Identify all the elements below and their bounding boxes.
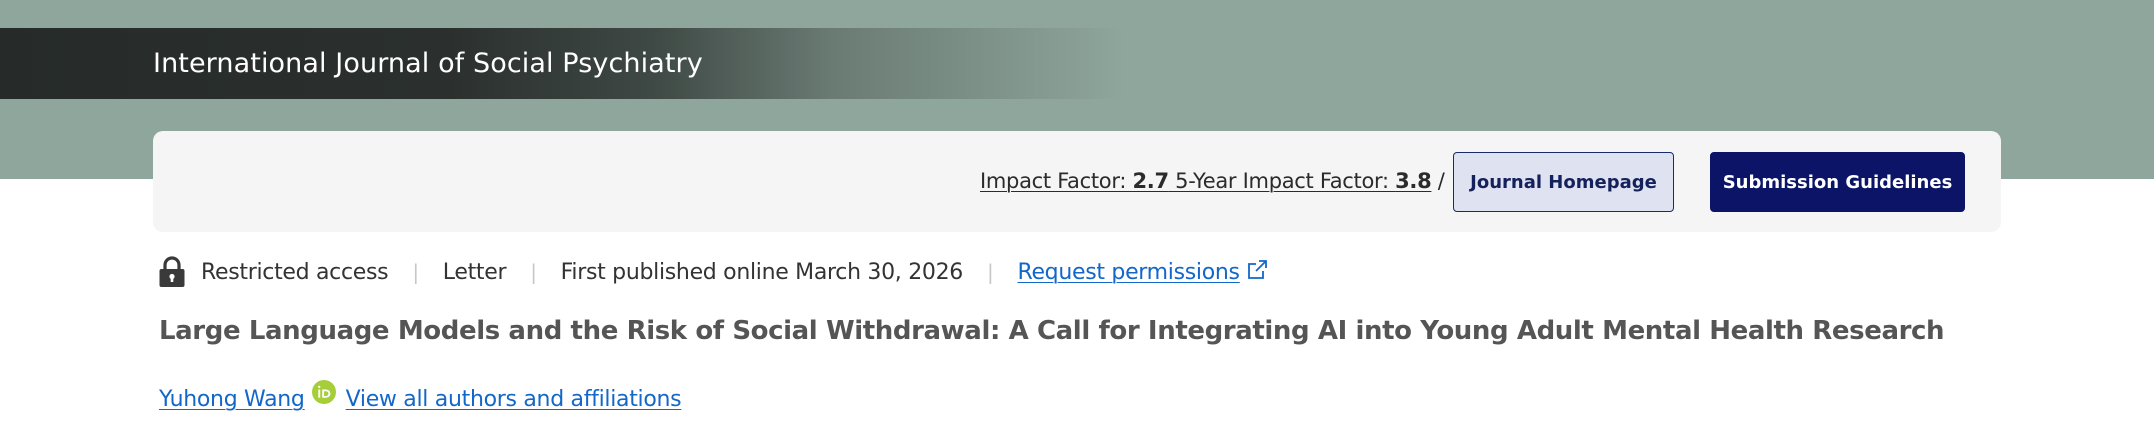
five-year-impact-factor-value: 3.8: [1395, 169, 1432, 193]
external-link-icon[interactable]: [1246, 259, 1268, 281]
meta-separator: |: [987, 260, 994, 284]
impact-factor-value: 2.7: [1132, 169, 1169, 193]
request-permissions-link[interactable]: Request permissions: [1017, 260, 1240, 285]
lock-icon: [159, 256, 185, 287]
impact-factor-label: Impact Factor:: [980, 169, 1133, 193]
meta-separator: |: [412, 260, 419, 284]
meta-separator: |: [530, 260, 537, 284]
article-type: Letter: [442, 259, 507, 285]
orcid-icon[interactable]: [311, 380, 336, 404]
submission-guidelines-button[interactable]: Submission Guidelines: [1710, 152, 1965, 212]
five-year-impact-factor-label: 5-Year Impact Factor:: [1168, 169, 1396, 193]
metrics-trailing-slash: /: [1431, 169, 1445, 193]
impact-factor-link[interactable]: Impact Factor: 2.7 5-Year Impact Factor:…: [980, 169, 1432, 193]
authors-row: Yuhong Wang View all authors and affilia…: [159, 380, 682, 415]
access-status: Restricted access: [201, 259, 389, 285]
view-all-authors-link[interactable]: View all authors and affiliations: [346, 387, 682, 412]
impact-metrics: Impact Factor: 2.7 5-Year Impact Factor:…: [980, 169, 1445, 193]
published-date: First published online March 30, 2026: [560, 259, 964, 285]
journal-homepage-button[interactable]: Journal Homepage: [1453, 152, 1674, 212]
journal-title[interactable]: International Journal of Social Psychiat…: [153, 28, 703, 99]
article-meta-row: Restricted access | Letter | First publi…: [158, 256, 1268, 288]
author-link[interactable]: Yuhong Wang: [159, 387, 305, 412]
article-title: Large Language Models and the Risk of So…: [159, 316, 1945, 346]
page: International Journal of Social Psychiat…: [0, 0, 2154, 424]
